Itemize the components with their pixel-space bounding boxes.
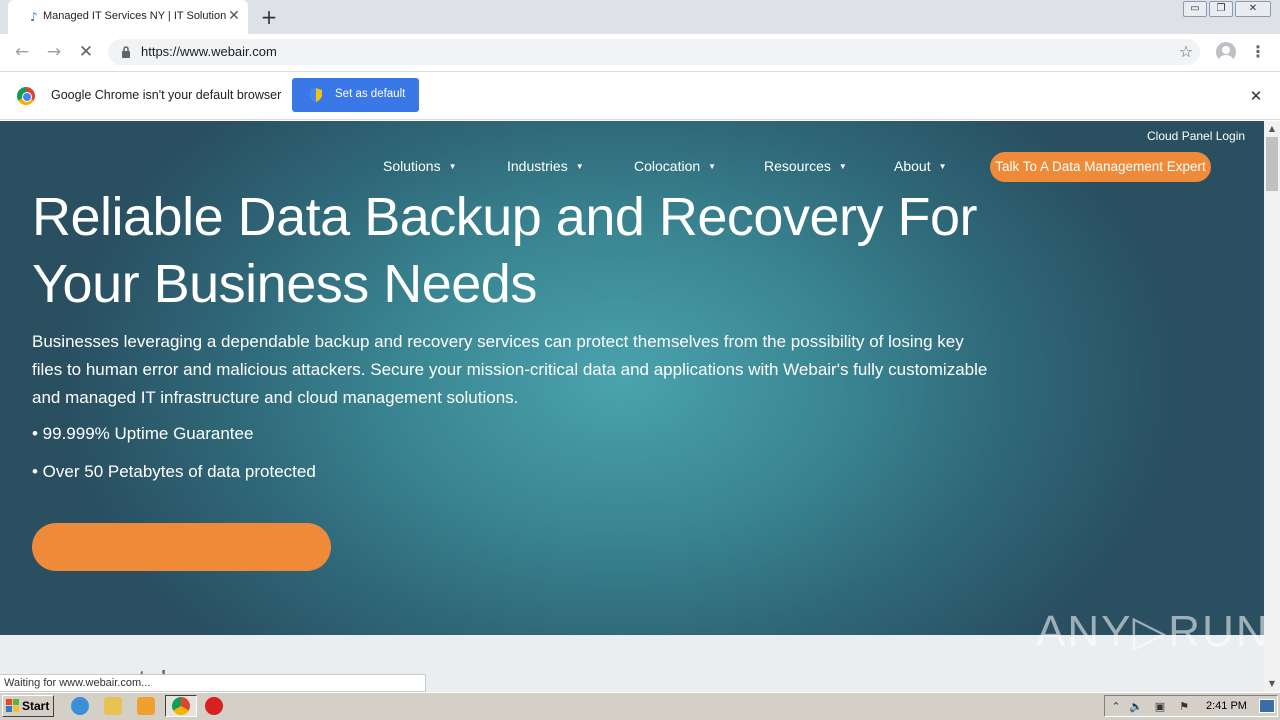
scroll-thumb[interactable]: [1266, 137, 1278, 191]
caret-down-icon: ▼: [838, 162, 847, 171]
chrome-menu-icon[interactable]: ⋮: [1250, 42, 1266, 62]
nav-about[interactable]: About ▼: [894, 158, 947, 176]
hero-headline: Reliable Data Backup and Recovery For Yo…: [32, 187, 977, 314]
hero-cta-button[interactable]: [32, 523, 331, 571]
site-favicon-icon: ♪: [30, 10, 38, 24]
nav-colocation[interactable]: Colocation ▼: [634, 158, 716, 176]
internet-explorer-icon[interactable]: [71, 697, 89, 715]
new-tab-button[interactable]: +: [258, 6, 280, 28]
tab-close-icon[interactable]: ✕: [226, 8, 242, 24]
page-scrollbar[interactable]: [1264, 121, 1280, 692]
nav-resources[interactable]: Resources ▼: [764, 158, 847, 176]
taskbar-clock[interactable]: 2:41 PM: [1206, 700, 1250, 714]
set-as-default-label: Set as default: [335, 88, 406, 100]
nav-industries-label: Industries: [507, 158, 568, 174]
infobar-close-icon[interactable]: ✕: [1248, 88, 1264, 104]
scroll-down-arrow-icon[interactable]: ▼: [1264, 676, 1280, 692]
minimize-button[interactable]: ▭: [1183, 1, 1207, 17]
action-center-flag-icon[interactable]: ⚑: [1177, 700, 1191, 714]
caret-down-icon: ▼: [938, 162, 947, 171]
nav-solutions-label: Solutions: [383, 158, 441, 174]
media-player-icon[interactable]: [137, 697, 155, 715]
close-window-button[interactable]: ✕: [1235, 1, 1271, 17]
caret-down-icon: ▼: [575, 162, 584, 171]
nav-solutions[interactable]: Solutions ▼: [383, 158, 457, 176]
forward-button[interactable]: →: [44, 42, 64, 62]
set-as-default-button[interactable]: Set as default: [292, 78, 419, 112]
show-desktop-icon[interactable]: [1259, 699, 1275, 713]
network-icon[interactable]: ▣: [1153, 700, 1167, 714]
stop-button[interactable]: ✕: [76, 42, 96, 62]
start-button[interactable]: Start: [2, 695, 54, 717]
uac-shield-icon: [310, 88, 322, 102]
caret-down-icon: ▼: [448, 162, 457, 171]
url-text[interactable]: https://www.webair.com: [141, 44, 541, 60]
bookmark-star-icon[interactable]: ☆: [1176, 42, 1196, 62]
scroll-up-arrow-icon[interactable]: ▲: [1264, 121, 1280, 137]
browser-tab[interactable]: ♪ Managed IT Services NY | IT Solution ✕: [8, 0, 248, 34]
nav-about-label: About: [894, 158, 931, 174]
cloud-panel-login-link[interactable]: Cloud Panel Login: [1147, 129, 1247, 143]
volume-icon[interactable]: 🔈: [1129, 700, 1143, 714]
tab-title: Managed IT Services NY | IT Solution: [43, 10, 226, 22]
bullet-uptime: • 99.999% Uptime Guarantee: [32, 424, 254, 443]
talk-to-expert-button[interactable]: Talk To A Data Management Expert: [990, 152, 1211, 182]
back-button[interactable]: ←: [12, 42, 32, 62]
restore-button[interactable]: ❐: [1209, 1, 1233, 17]
nav-resources-label: Resources: [764, 158, 831, 174]
security-alert-icon[interactable]: [205, 697, 223, 715]
lock-icon[interactable]: [121, 45, 131, 59]
anyrun-watermark: ANY▷RUN: [1036, 607, 1270, 656]
profile-avatar-icon[interactable]: [1216, 42, 1236, 62]
nav-colocation-label: Colocation: [634, 158, 701, 174]
tray-expand-icon[interactable]: ⌃: [1109, 700, 1123, 714]
windows-logo-icon: [6, 699, 19, 712]
chrome-icon: [172, 697, 190, 715]
start-label: Start: [22, 699, 50, 713]
nav-industries[interactable]: Industries ▼: [507, 158, 584, 176]
chrome-logo-icon: [17, 87, 35, 105]
loading-status: Waiting for www.webair.com...: [0, 674, 426, 692]
hero-intro: Businesses leveraging a dependable backu…: [32, 332, 988, 407]
bullet-petabytes: • Over 50 Petabytes of data protected: [32, 462, 316, 481]
infobar-message: Google Chrome isn't your default browser: [51, 88, 282, 102]
caret-down-icon: ▼: [708, 162, 717, 171]
explorer-folder-icon[interactable]: [104, 697, 122, 715]
